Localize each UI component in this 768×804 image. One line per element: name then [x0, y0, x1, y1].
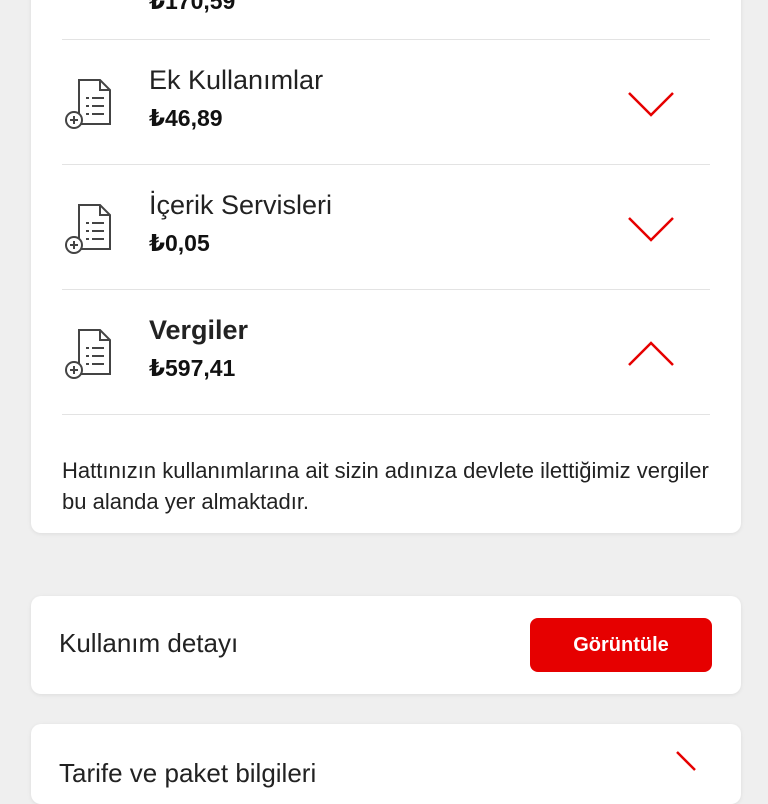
- view-usage-button[interactable]: Görüntüle: [530, 618, 712, 672]
- chevron-up-icon[interactable]: [625, 335, 677, 371]
- chevron-down-icon[interactable]: [625, 210, 677, 246]
- document-plus-icon: [65, 204, 111, 254]
- bill-item-amount: ₺597,41: [149, 355, 236, 381]
- bill-item-label: Ek Kullanımlar: [149, 65, 324, 95]
- usage-detail-card: Kullanım detayı Görüntüle: [31, 596, 741, 694]
- bill-item-vergiler[interactable]: Vergiler ₺597,41: [31, 290, 677, 414]
- document-plus-icon: [65, 329, 111, 379]
- bill-item-ek-kullanimlar[interactable]: Ek Kullanımlar ₺46,89: [31, 40, 677, 164]
- bill-item-amount: ₺46,89: [149, 105, 223, 131]
- row-divider: [62, 414, 710, 415]
- tariff-card[interactable]: Tarife ve paket bilgileri: [31, 724, 741, 804]
- vergiler-description: Hattınızın kullanımlarına ait sizin adın…: [62, 458, 709, 514]
- bill-item-label: Vergiler: [149, 315, 249, 345]
- chevron-down-icon[interactable]: [625, 85, 677, 121]
- bill-item-label: İçerik Servisleri: [149, 190, 333, 220]
- document-plus-icon: [65, 79, 111, 129]
- chevron-right-icon[interactable]: [671, 750, 701, 780]
- usage-detail-label: Kullanım detayı: [59, 628, 239, 658]
- tariff-label: Tarife ve paket bilgileri: [59, 758, 317, 788]
- previous-item-amount: ₺170,59: [149, 0, 236, 14]
- bill-item-amount: ₺0,05: [149, 230, 210, 256]
- document-plus-icon: [66, 0, 114, 4]
- bill-item-icerik-servisleri[interactable]: İçerik Servisleri ₺0,05: [31, 165, 677, 289]
